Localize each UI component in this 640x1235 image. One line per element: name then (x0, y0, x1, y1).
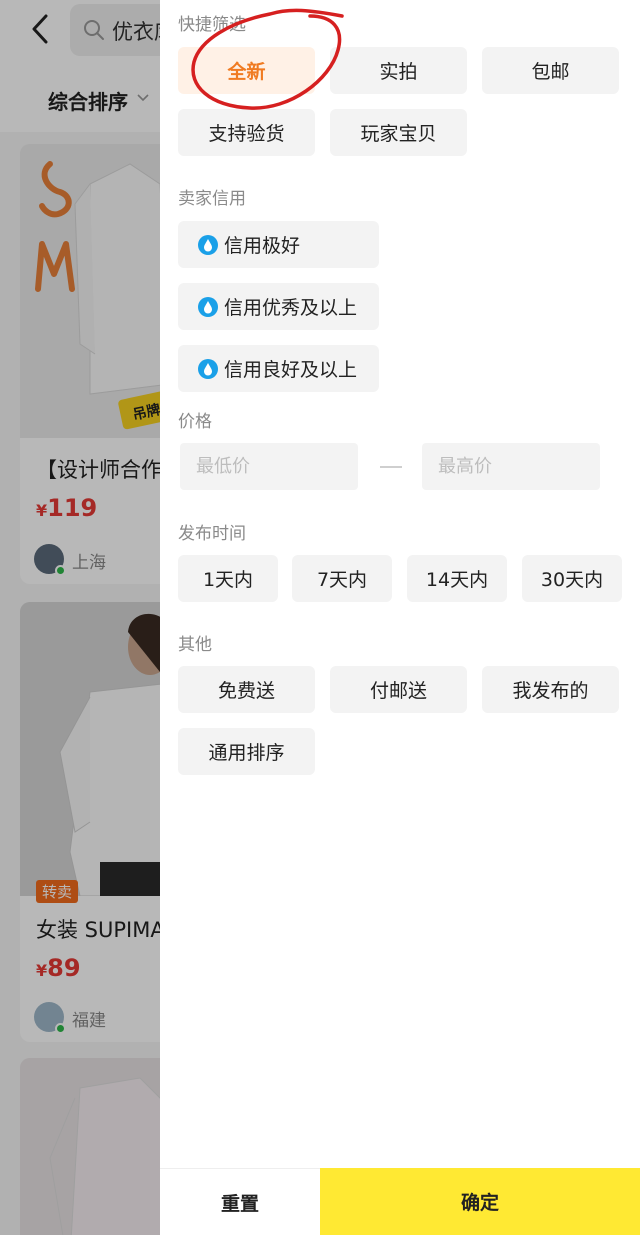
section-title-price: 价格 (178, 412, 212, 432)
chip-inspection-support[interactable]: 支持验货 (178, 109, 315, 156)
chip-label: 信用良好及以上 (224, 359, 358, 381)
chip-label: 信用优秀及以上 (224, 297, 358, 319)
confirm-button[interactable]: 确定 (320, 1168, 640, 1235)
chip-postage-giveaway[interactable]: 付邮送 (330, 666, 467, 713)
price-range-dash (380, 466, 402, 468)
filter-panel: 快捷筛选 全新 实拍 包邮 支持验货 玩家宝贝 卖家信用 信用极好 信用优秀及以… (160, 0, 640, 1235)
chip-within-1-day[interactable]: 1天内 (178, 555, 278, 602)
chip-brand-new[interactable]: 全新 (178, 47, 315, 94)
chip-credit-outstanding[interactable]: 信用优秀及以上 (178, 283, 379, 330)
chip-real-photo[interactable]: 实拍 (330, 47, 467, 94)
section-title-other: 其他 (178, 635, 212, 655)
chip-my-posts[interactable]: 我发布的 (482, 666, 619, 713)
section-title-seller-credit: 卖家信用 (178, 189, 246, 209)
chip-within-7-days[interactable]: 7天内 (292, 555, 392, 602)
section-title-quick-filter: 快捷筛选 (178, 15, 246, 35)
chip-credit-good[interactable]: 信用良好及以上 (178, 345, 379, 392)
chip-free-giveaway[interactable]: 免费送 (178, 666, 315, 713)
chip-general-sort[interactable]: 通用排序 (178, 728, 315, 775)
min-price-input[interactable] (180, 443, 358, 490)
chip-credit-excellent[interactable]: 信用极好 (178, 221, 379, 268)
reset-button[interactable]: 重置 (160, 1168, 320, 1235)
chip-player-item[interactable]: 玩家宝贝 (330, 109, 467, 156)
chip-within-30-days[interactable]: 30天内 (522, 555, 622, 602)
max-price-input[interactable] (422, 443, 600, 490)
chip-free-shipping[interactable]: 包邮 (482, 47, 619, 94)
chip-label: 信用极好 (224, 235, 301, 257)
chip-within-14-days[interactable]: 14天内 (407, 555, 507, 602)
water-drop-icon (198, 358, 218, 379)
water-drop-icon (198, 234, 218, 255)
water-drop-icon (198, 296, 218, 317)
section-title-publish-time: 发布时间 (178, 524, 246, 544)
